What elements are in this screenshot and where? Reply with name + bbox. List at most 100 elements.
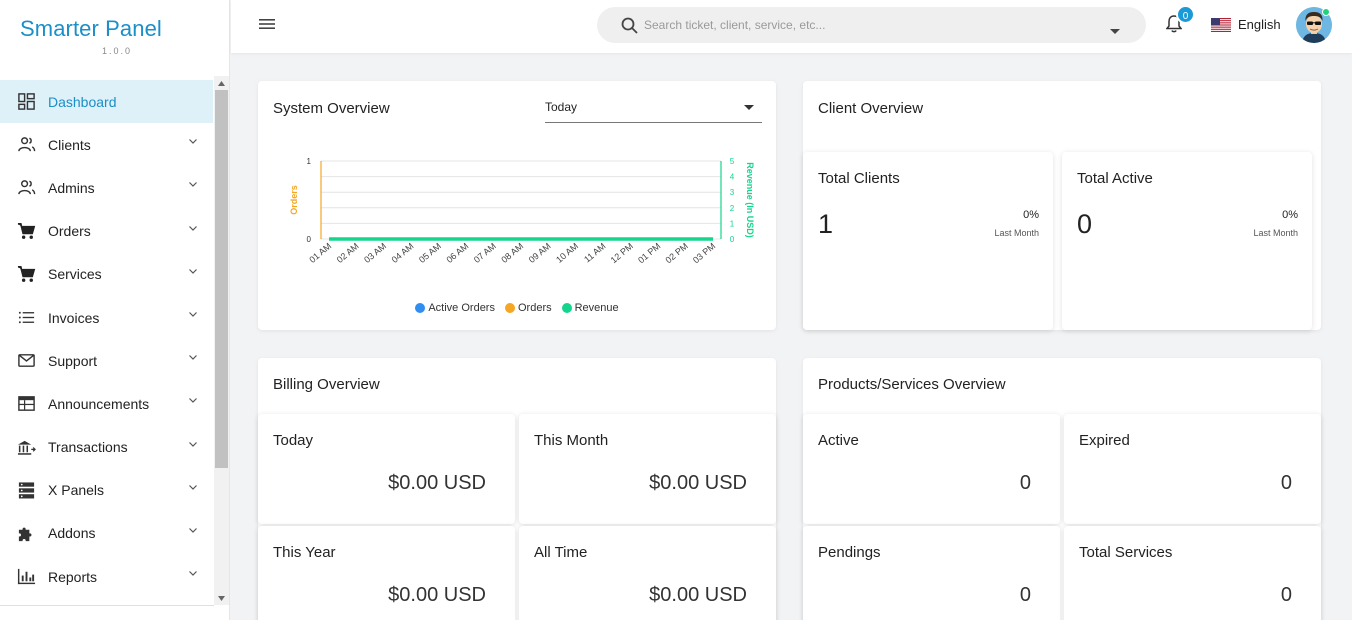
chevron-down-icon[interactable] (189, 571, 197, 576)
chevron-down-icon[interactable] (189, 268, 197, 274)
products-pendings-card[interactable]: Pendings 0 (803, 526, 1060, 620)
chart-x-tick-label: 01 PM (636, 241, 662, 265)
brand[interactable]: Smarter Panel 1.0.0 (0, 0, 229, 76)
sidebar-item-label: Reports (48, 568, 98, 585)
search-dropdown-caret-icon[interactable] (1110, 22, 1120, 40)
billing-this-month-value: $0.00 USD (649, 472, 747, 494)
admins-icon (16, 178, 36, 198)
chart-x-tick-label: 08 AM (499, 241, 525, 265)
sidebar-item-label: Invoices (48, 309, 100, 326)
language-selector[interactable]: English (1211, 17, 1281, 32)
sidebar-nav: Dashboard Clients Admins Orders Services Invo… (0, 80, 213, 605)
billing-this-year-card[interactable]: This Year $0.00 USD (258, 526, 515, 620)
chevron-down-icon[interactable] (189, 182, 197, 188)
sidebar-item-label: Announcements (48, 395, 150, 412)
chart-right-tick-label: 0 (730, 235, 735, 244)
system-overview-card: System Overview Today 0 1 0 1 2 3 4 5 Orders Reve… (258, 81, 776, 330)
products-active-card[interactable]: Active 0 (803, 414, 1060, 524)
legend-label: Active Orders (428, 302, 495, 314)
mail-icon (16, 351, 36, 371)
products-total-services-value: 0 (1280, 584, 1292, 606)
online-status-dot (1322, 8, 1330, 16)
client-overview-title: Client Overview (818, 100, 924, 117)
server-icon (16, 480, 36, 500)
total-clients-card[interactable]: Total Clients 1 0% Last Month (803, 152, 1053, 330)
chevron-down-icon[interactable] (189, 484, 197, 490)
billing-today-value: $0.00 USD (388, 472, 486, 494)
search-icon (621, 17, 638, 34)
chevron-down-icon[interactable] (189, 225, 197, 231)
chart-right-tick-label: 2 (730, 204, 735, 213)
sidebar-item-clients[interactable]: Clients (0, 123, 213, 166)
sidebar-item-addons[interactable]: Addons (0, 512, 213, 555)
sidebar-item-label: Clients (48, 136, 91, 153)
chart-x-tick-label: 09 AM (527, 241, 553, 265)
billing-this-month-card[interactable]: This Month $0.00 USD (519, 414, 776, 524)
chart-x-tick-label: 02 AM (335, 241, 361, 265)
products-pendings-label: Pendings (818, 544, 881, 561)
sidebar-item-admins[interactable]: Admins (0, 166, 213, 209)
sidebar-item-services[interactable]: Services (0, 253, 213, 296)
sidebar-item-x-panels[interactable]: X Panels (0, 469, 213, 512)
brand-version: 1.0.0 (102, 46, 133, 56)
chart-x-tick-label: 02 PM (664, 241, 690, 265)
chevron-down-icon[interactable] (189, 312, 197, 317)
billing-all-time-card[interactable]: All Time $0.00 USD (519, 526, 776, 620)
chart-x-tick-label: 12 PM (609, 241, 635, 265)
sidebar-item-dashboard[interactable]: Dashboard (0, 80, 213, 124)
chart-ylabel-left: Orders (289, 185, 299, 215)
chart-right-tick-label: 1 (730, 219, 735, 228)
sidebar-item-support[interactable]: Support (0, 339, 213, 382)
chevron-down-icon[interactable] (189, 398, 197, 404)
chart-x-tick-label: 03 PM (691, 241, 717, 265)
sidebar-scrollbar[interactable] (214, 76, 229, 605)
sidebar-item-label: X Panels (48, 482, 105, 499)
client-overview-card: Client Overview Total Clients 1 0% Last … (803, 81, 1321, 330)
legend-dot (504, 303, 515, 313)
menu-toggle-icon[interactable] (259, 17, 275, 36)
billing-today-card[interactable]: Today $0.00 USD (258, 414, 515, 524)
products-expired-card[interactable]: Expired 0 (1064, 414, 1321, 524)
notification-badge: 0 (1176, 5, 1195, 24)
products-total-services-card[interactable]: Total Services 0 (1064, 526, 1321, 620)
puzzle-icon (16, 523, 36, 543)
sidebar-item-label: Admins (48, 179, 95, 196)
chart-left-tick-label: 1 (307, 157, 312, 166)
dashboard-icon (16, 92, 36, 112)
top-header: 0 English (231, 0, 1352, 53)
chart-x-tick-label: 03 AM (362, 241, 388, 265)
scroll-up-arrow-icon[interactable] (214, 76, 229, 90)
sidebar-item-transactions[interactable]: Transactions (0, 426, 213, 469)
products-pendings-value: 0 (1019, 584, 1031, 606)
billing-this-month-label: This Month (534, 432, 609, 449)
chevron-down-icon[interactable] (189, 441, 197, 447)
legend-item[interactable]: Revenue (561, 302, 619, 314)
sidebar-item-reports[interactable]: Reports (0, 555, 213, 598)
scroll-down-arrow-icon[interactable] (214, 591, 229, 605)
chevron-down-icon[interactable] (189, 355, 197, 360)
billing-today-label: Today (273, 432, 314, 449)
sidebar-item-label: Dashboard (48, 93, 117, 110)
chevron-down-icon[interactable] (189, 527, 197, 533)
search-input[interactable] (644, 18, 1084, 32)
legend-label: Revenue (574, 302, 619, 314)
search-bar[interactable] (597, 7, 1146, 43)
sidebar-item-announcements[interactable]: Announcements (0, 382, 213, 425)
total-active-pct: 0% (1282, 209, 1298, 221)
chart-ylabel-right: Revenue (In USD) (745, 162, 755, 238)
sidebar-item-label: Orders (48, 223, 91, 240)
sidebar-item-orders[interactable]: Orders (0, 210, 213, 253)
products-active-value: 0 (1019, 472, 1031, 494)
chevron-down-icon[interactable] (189, 139, 197, 145)
total-clients-label: Total Clients (818, 170, 900, 187)
total-clients-pct-label: Last Month (994, 228, 1039, 238)
cart-icon (16, 264, 36, 284)
sidebar-item-invoices[interactable]: Invoices (0, 296, 213, 339)
chart-x-tick-label: 11 AM (582, 241, 607, 265)
chart-right-tick-label: 4 (730, 173, 735, 182)
legend-item[interactable]: Active Orders (415, 302, 495, 314)
legend-item[interactable]: Orders (504, 302, 552, 314)
scroll-thumb[interactable] (215, 90, 228, 468)
billing-overview-card: Billing Overview Today $0.00 USD This Mo… (258, 358, 776, 620)
total-active-card[interactable]: Total Active 0 0% Last Month (1062, 152, 1312, 330)
